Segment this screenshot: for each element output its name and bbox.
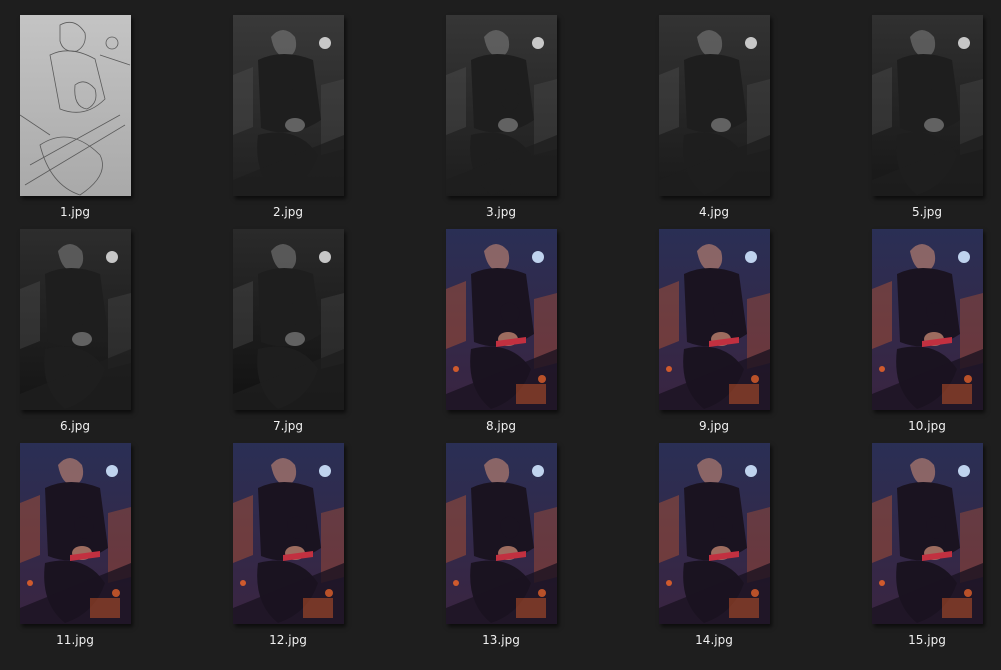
file-name: 13.jpg: [482, 633, 520, 647]
file-item[interactable]: 12.jpg: [213, 443, 363, 655]
file-item[interactable]: 7.jpg: [213, 229, 363, 441]
file-item[interactable]: 13.jpg: [426, 443, 576, 655]
file-name: 8.jpg: [485, 419, 517, 433]
file-item[interactable]: 8.jpg: [426, 229, 576, 441]
file-name: 9.jpg: [698, 419, 730, 433]
file-name: 4.jpg: [698, 205, 730, 219]
file-item[interactable]: 10.jpg: [852, 229, 1001, 441]
file-item[interactable]: 15.jpg: [852, 443, 1001, 655]
file-item[interactable]: 3.jpg: [426, 15, 576, 227]
file-name: 10.jpg: [908, 419, 946, 433]
image-thumbnail[interactable]: [446, 15, 557, 196]
file-name: 3.jpg: [485, 205, 517, 219]
file-name: 11.jpg: [56, 633, 94, 647]
image-thumbnail[interactable]: [233, 229, 344, 410]
file-name: 6.jpg: [59, 419, 91, 433]
image-thumbnail[interactable]: [659, 443, 770, 624]
image-thumbnail[interactable]: [872, 15, 983, 196]
file-name: 12.jpg: [269, 633, 307, 647]
file-name: 15.jpg: [908, 633, 946, 647]
file-name: 1.jpg: [59, 205, 91, 219]
file-item[interactable]: 9.jpg: [639, 229, 789, 441]
image-thumbnail[interactable]: [446, 443, 557, 624]
file-name: 14.jpg: [695, 633, 733, 647]
file-name: 2.jpg: [272, 205, 304, 219]
image-thumbnail[interactable]: [20, 15, 131, 196]
image-thumbnail[interactable]: [20, 443, 131, 624]
image-thumbnail[interactable]: [446, 229, 557, 410]
file-grid: 1.jpg 2.jpg 3.jpg 4.jpg 5.jpg 6.jpg 7.jp…: [0, 0, 1001, 670]
file-item[interactable]: 6.jpg: [0, 229, 150, 441]
file-item[interactable]: 1.jpg: [0, 15, 150, 227]
file-item[interactable]: 14.jpg: [639, 443, 789, 655]
file-item[interactable]: 4.jpg: [639, 15, 789, 227]
image-thumbnail[interactable]: [20, 229, 131, 410]
image-thumbnail[interactable]: [872, 443, 983, 624]
file-name: 5.jpg: [911, 205, 943, 219]
image-thumbnail[interactable]: [659, 15, 770, 196]
file-item[interactable]: 5.jpg: [852, 15, 1001, 227]
image-thumbnail[interactable]: [233, 443, 344, 624]
image-thumbnail[interactable]: [659, 229, 770, 410]
file-item[interactable]: 2.jpg: [213, 15, 363, 227]
file-item[interactable]: 11.jpg: [0, 443, 150, 655]
file-name: 7.jpg: [272, 419, 304, 433]
image-thumbnail[interactable]: [233, 15, 344, 196]
image-thumbnail[interactable]: [872, 229, 983, 410]
